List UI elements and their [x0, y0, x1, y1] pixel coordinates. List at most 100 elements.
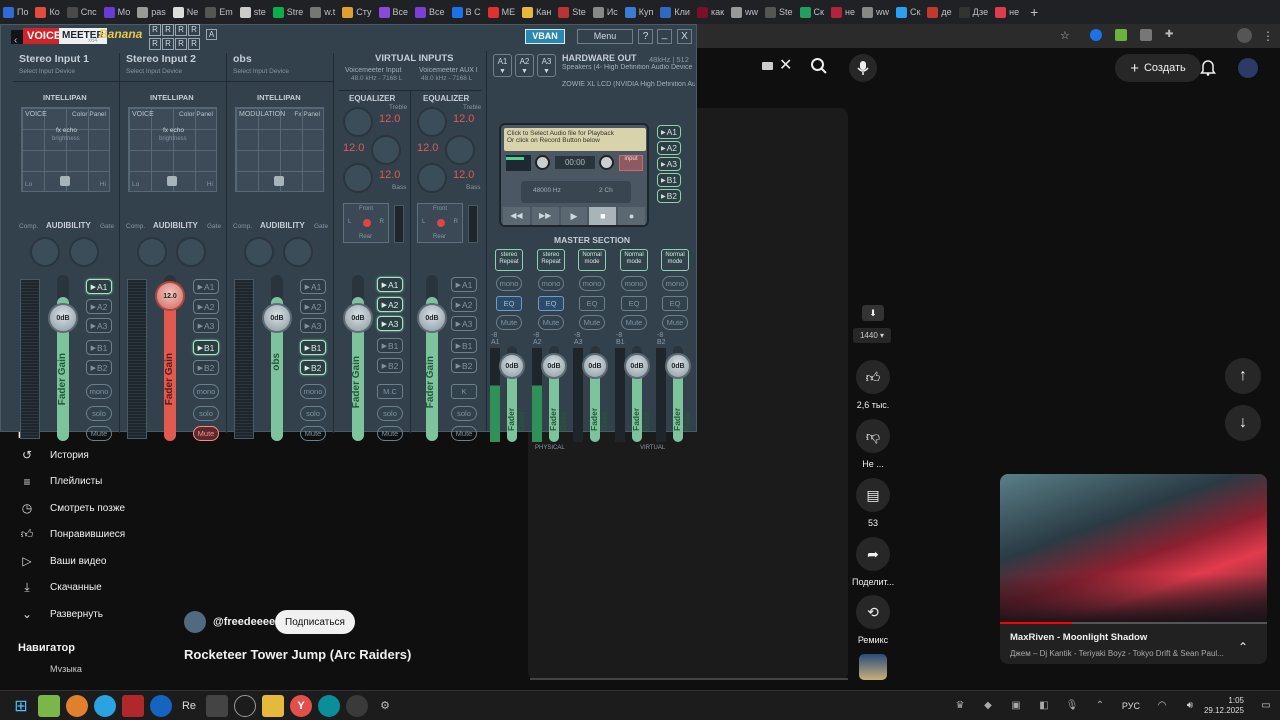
fader-knob[interactable]: 0dB: [499, 353, 525, 379]
bus-a1-button[interactable]: ▶ A1: [451, 277, 477, 292]
bus-b1-button[interactable]: ▶ B1: [193, 340, 219, 355]
gear-icon[interactable]: ⚙: [374, 695, 396, 717]
bus-b1-button[interactable]: ▶ B1: [86, 340, 112, 355]
app-icon[interactable]: [346, 694, 368, 717]
comp-knob[interactable]: [137, 237, 167, 267]
bus-mode-button[interactable]: Normal mode: [661, 249, 689, 271]
hardware-out-a2-select[interactable]: A2 ▼: [515, 54, 534, 77]
eq-mid-knob[interactable]: [445, 135, 475, 165]
intellipan-panel[interactable]: VOICE Color Panel fx echo brightness Lo Hi: [21, 107, 110, 192]
mute-button[interactable]: Mute: [496, 315, 522, 330]
a-badge[interactable]: A: [206, 29, 217, 40]
mute-button[interactable]: Mute: [662, 315, 688, 330]
bus-b2-button[interactable]: ▶ B2: [193, 360, 219, 375]
browser-tab[interactable]: В С: [449, 0, 484, 24]
browser-tab[interactable]: Кли: [657, 0, 693, 24]
mini-player[interactable]: MaxRiven - Moonlight Shadow Джем – Dj Ka…: [1000, 474, 1267, 664]
search-icon[interactable]: [810, 57, 828, 80]
voicemeeter-window[interactable]: ‹ VOICE MEETER Banana x64 RRRRRRRR A VBA…: [0, 24, 697, 451]
telegram-icon[interactable]: [94, 694, 116, 717]
stop-icon[interactable]: ■: [589, 207, 617, 225]
bus-mode-button[interactable]: Normal mode: [620, 249, 648, 271]
pan-handle[interactable]: [60, 176, 70, 186]
folder-icon[interactable]: [262, 694, 284, 717]
tray-icon[interactable]: ◧: [1033, 695, 1055, 717]
new-tab-button[interactable]: +: [1027, 0, 1041, 24]
sidebar-item-history[interactable]: ↺ История: [0, 442, 170, 469]
intellipan-mode[interactable]: MODULATION: [239, 111, 285, 118]
mute-button[interactable]: Mute: [377, 426, 403, 441]
sidebar-item-music[interactable]: Музыка: [0, 664, 170, 672]
patch-r-button[interactable]: R: [149, 37, 161, 50]
bookmark-star-icon[interactable]: ☆: [1060, 29, 1074, 43]
eq-button[interactable]: EQ: [662, 296, 688, 311]
eq-bass-knob[interactable]: [343, 163, 373, 193]
intellipan-panel-label[interactable]: Color Panel: [72, 111, 106, 118]
gate-knob[interactable]: [69, 237, 99, 267]
bus-a3-button[interactable]: ▶ A3: [86, 318, 112, 333]
edge-icon[interactable]: [318, 694, 340, 717]
browser-tab[interactable]: Ко: [32, 0, 62, 24]
strip-name[interactable]: Stereo Input 2: [126, 53, 196, 65]
record-input-button[interactable]: input: [619, 155, 643, 171]
mono-button[interactable]: mono: [621, 276, 647, 291]
browser-tab[interactable]: Ск: [893, 0, 923, 24]
thumbs-down-icon[interactable]: 👎︎: [856, 419, 890, 453]
patch-r-button[interactable]: R: [188, 37, 200, 50]
gate-knob[interactable]: [176, 237, 206, 267]
tray-icon[interactable]: ▣: [1005, 695, 1027, 717]
bus-a1-button[interactable]: ▶ A1: [193, 279, 219, 294]
fader-knob[interactable]: 0dB: [624, 353, 650, 379]
cassette-a2-button[interactable]: ▶ A2: [657, 141, 681, 155]
intellipan-panel-label[interactable]: Color Panel: [179, 111, 213, 118]
eq-button[interactable]: EQ: [496, 296, 522, 311]
browser-tab[interactable]: не: [828, 0, 858, 24]
mini-player-thumbnail[interactable]: [1000, 474, 1267, 623]
hardware-out-a1-select[interactable]: A1 ▼: [493, 54, 512, 77]
fader-knob[interactable]: 0dB: [262, 303, 292, 333]
cassette-b1-button[interactable]: ▶ B1: [657, 173, 681, 187]
comments-action[interactable]: ▤ 53: [852, 478, 894, 528]
surround-dot[interactable]: [437, 219, 445, 227]
profile-avatar[interactable]: [1237, 28, 1252, 43]
sidebar-item-downloads[interactable]: ⤓ Скачанные: [0, 575, 170, 602]
sidebar-item-your-videos[interactable]: ▷ Ваши видео: [0, 548, 170, 575]
puzzle-icon[interactable]: ✚: [1165, 29, 1177, 41]
bus-a2-button[interactable]: ▶ A2: [300, 299, 326, 314]
bus-a1-button[interactable]: ▶ A1: [300, 279, 326, 294]
hardware-out-device-2[interactable]: ZOWIE XL LCD (NVIDIA High Definition Au: [562, 81, 695, 90]
browser-tab[interactable]: pas: [134, 0, 169, 24]
bus-mode-button[interactable]: Normal mode: [578, 249, 606, 271]
thumbs-up-icon[interactable]: 👍︎: [856, 360, 890, 394]
sidebar-item-playlists[interactable]: ≡ Плейлисты: [0, 469, 170, 496]
eq-treble-knob[interactable]: [417, 107, 447, 137]
browser-tab[interactable]: Em: [202, 0, 236, 24]
rewind-icon[interactable]: ◀◀: [503, 207, 530, 225]
browser-tab[interactable]: Все: [376, 0, 412, 24]
solo-button[interactable]: solo: [300, 406, 326, 421]
intellipan-panel[interactable]: MODULATION Fx Panel: [235, 107, 324, 192]
tray-chevron-icon[interactable]: ⌃: [1089, 695, 1111, 717]
pan-handle[interactable]: [167, 176, 177, 186]
mono-button[interactable]: mono: [538, 276, 564, 291]
patch-r-button[interactable]: R: [162, 24, 174, 36]
create-button[interactable]: + Создать: [1115, 54, 1201, 82]
eq-button[interactable]: EQ: [538, 296, 564, 311]
chevron-up-icon[interactable]: ⌃: [1238, 640, 1248, 654]
browser-tab[interactable]: ww: [728, 0, 761, 24]
bus-mode-button[interactable]: stereo Repeat: [537, 249, 565, 271]
minimize-button[interactable]: _: [657, 29, 672, 44]
intellipan-mode[interactable]: VOICE: [25, 111, 47, 118]
yandex-icon[interactable]: Y: [290, 694, 312, 717]
bus-a3-button[interactable]: ▶ A3: [300, 318, 326, 333]
patch-r-button[interactable]: R: [175, 24, 187, 36]
play-icon[interactable]: ▶: [560, 207, 588, 225]
strip-name[interactable]: Stereo Input 1: [19, 53, 89, 65]
voice-search-icon[interactable]: [849, 54, 877, 82]
share-action[interactable]: ➦ Поделит...: [852, 537, 894, 587]
notifications-bell-icon[interactable]: [1200, 59, 1216, 80]
mono-button[interactable]: mono: [662, 276, 688, 291]
subscribe-button[interactable]: Подписаться: [275, 610, 355, 634]
cassette-a1-button[interactable]: ▶ A1: [657, 125, 681, 139]
browser-tab[interactable]: Куп: [622, 0, 657, 24]
